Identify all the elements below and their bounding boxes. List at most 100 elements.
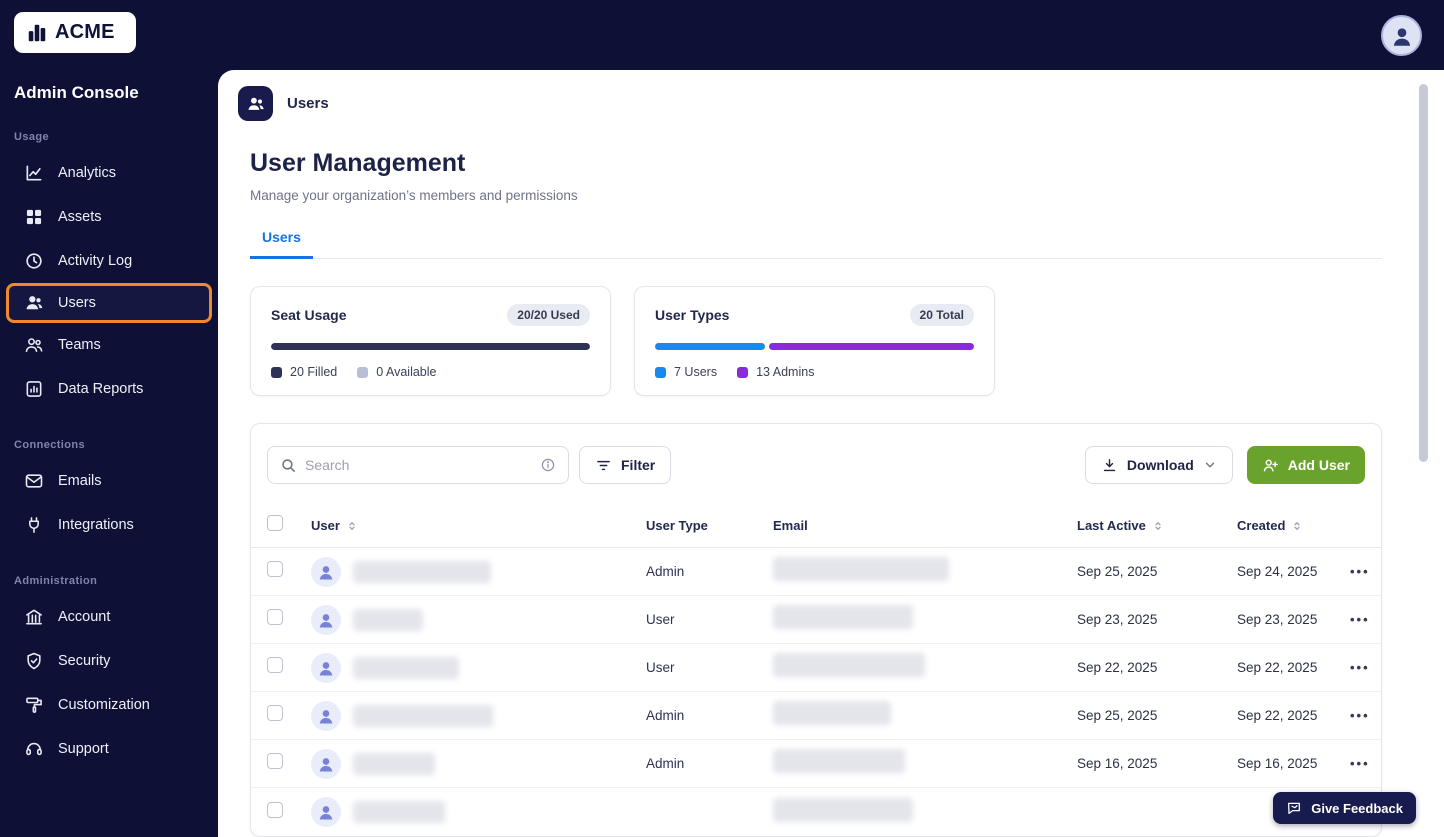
tab-users[interactable]: Users xyxy=(250,229,313,259)
search-box xyxy=(267,446,569,484)
sidebar-item-teams[interactable]: Teams xyxy=(0,323,218,367)
users-header-icon xyxy=(238,86,273,121)
data-reports-icon xyxy=(24,379,44,399)
user-avatar xyxy=(311,652,341,683)
seat-usage-legend: 20 Filled 0 Available xyxy=(271,365,590,379)
redacted-user-name xyxy=(353,801,445,823)
download-icon xyxy=(1103,458,1116,471)
account-icon xyxy=(24,607,44,627)
table-row: Admin Sep 16, 2025 Sep 16, 2025 ••• xyxy=(251,740,1381,788)
row-actions-button[interactable]: ••• xyxy=(1348,752,1372,775)
activity-log-icon xyxy=(24,251,44,271)
row-actions-button[interactable]: ••• xyxy=(1348,608,1372,631)
table-toolbar: Filter Download Add User xyxy=(251,424,1381,504)
redacted-user-name xyxy=(353,704,493,727)
column-last-active[interactable]: Last Active xyxy=(1077,518,1237,533)
table-row-partial xyxy=(251,788,1381,836)
section-label-usage: Usage xyxy=(14,131,50,143)
sidebar-item-data-reports[interactable]: Data Reports xyxy=(0,367,218,411)
users-bar-segment xyxy=(655,343,766,350)
row-checkbox[interactable] xyxy=(267,753,283,769)
redacted-user-name xyxy=(353,608,423,631)
select-all-checkbox[interactable] xyxy=(267,515,283,531)
table-row: User Sep 22, 2025 Sep 22, 2025 ••• xyxy=(251,644,1381,692)
add-user-button[interactable]: Add User xyxy=(1246,446,1365,484)
user-types-card: User Types 20 Total 7 Users 13 Admins xyxy=(634,286,995,396)
give-feedback-button[interactable]: Give Feedback xyxy=(1273,792,1416,824)
search-input[interactable] xyxy=(305,457,532,473)
redacted-user-name xyxy=(353,752,435,775)
redacted-user-name xyxy=(353,560,491,583)
row-checkbox[interactable] xyxy=(267,801,283,818)
user-type-cell: Admin xyxy=(646,564,685,579)
column-user-type: User Type xyxy=(646,518,708,533)
row-actions-button[interactable]: ••• xyxy=(1348,704,1372,727)
available-swatch xyxy=(357,366,369,378)
info-icon[interactable] xyxy=(540,457,556,473)
column-user[interactable]: User xyxy=(311,518,646,533)
users-swatch xyxy=(655,366,666,378)
sidebar-item-assets[interactable]: Assets xyxy=(0,195,218,239)
feedback-icon xyxy=(1288,802,1301,814)
section-label-connections: Connections xyxy=(14,439,86,451)
vertical-scrollbar[interactable] xyxy=(1419,84,1428,462)
sort-icon xyxy=(349,521,355,530)
sidebar-item-customization[interactable]: Customization xyxy=(0,683,218,727)
brand-logo[interactable]: ACME xyxy=(14,12,136,53)
row-actions-button[interactable]: ••• xyxy=(1348,560,1372,583)
last-active-cell: Sep 23, 2025 xyxy=(1077,612,1158,627)
panel-title: Users xyxy=(287,95,329,112)
table-row: Admin Sep 25, 2025 Sep 24, 2025 ••• xyxy=(251,548,1381,596)
users-icon xyxy=(24,293,44,313)
sidebar: ACME Admin Console Usage Analytics Asset… xyxy=(0,0,218,837)
sidebar-item-activity-log[interactable]: Activity Log xyxy=(0,239,218,283)
security-shield-icon xyxy=(24,651,44,671)
created-cell: Sep 23, 2025 xyxy=(1237,612,1318,627)
row-checkbox[interactable] xyxy=(267,609,283,625)
redacted-email xyxy=(773,797,913,822)
sidebar-item-security[interactable]: Security xyxy=(0,639,218,683)
panel-header: Users xyxy=(218,70,1444,135)
sidebar-item-analytics[interactable]: Analytics xyxy=(0,151,218,195)
customization-icon xyxy=(24,695,44,715)
sidebar-item-users[interactable]: Users xyxy=(6,283,212,323)
user-avatar xyxy=(311,700,341,731)
column-created[interactable]: Created xyxy=(1237,518,1348,533)
sidebar-item-support[interactable]: Support xyxy=(0,727,218,771)
row-actions-button[interactable]: ••• xyxy=(1348,656,1372,679)
user-avatar xyxy=(311,797,341,827)
redacted-email xyxy=(773,557,949,581)
section-label-administration: Administration xyxy=(14,575,98,587)
user-types-bar xyxy=(655,343,974,350)
filled-swatch xyxy=(271,366,282,378)
row-checkbox[interactable] xyxy=(267,657,283,673)
seat-usage-title: Seat Usage xyxy=(271,307,347,323)
teams-icon xyxy=(24,335,44,355)
analytics-icon xyxy=(24,163,44,183)
sidebar-item-integrations[interactable]: Integrations xyxy=(0,503,218,547)
user-avatar xyxy=(311,748,341,779)
last-active-cell: Sep 25, 2025 xyxy=(1077,708,1158,723)
column-email: Email xyxy=(773,518,808,533)
user-types-legend: 7 Users 13 Admins xyxy=(655,365,974,379)
filter-button[interactable]: Filter xyxy=(579,446,672,484)
row-checkbox[interactable] xyxy=(267,705,283,721)
filter-icon xyxy=(597,460,610,470)
table-row: User Sep 23, 2025 Sep 23, 2025 ••• xyxy=(251,596,1381,644)
admins-swatch xyxy=(737,366,749,378)
account-avatar[interactable] xyxy=(1381,15,1422,56)
download-button[interactable]: Download xyxy=(1084,446,1233,484)
integrations-icon xyxy=(24,515,44,535)
created-cell: Sep 22, 2025 xyxy=(1237,660,1318,675)
user-type-cell: Admin xyxy=(646,708,685,723)
user-types-title: User Types xyxy=(655,307,730,323)
stats-row: Seat Usage 20/20 Used 20 Filled 0 Availa… xyxy=(250,286,1382,396)
sidebar-item-emails[interactable]: Emails xyxy=(0,459,218,503)
sidebar-item-account[interactable]: Account xyxy=(0,595,218,639)
row-checkbox[interactable] xyxy=(267,561,283,577)
seat-usage-bar-fill xyxy=(271,343,590,350)
last-active-cell: Sep 25, 2025 xyxy=(1077,564,1158,579)
seat-usage-card: Seat Usage 20/20 Used 20 Filled 0 Availa… xyxy=(250,286,611,396)
sidebar-title: Admin Console xyxy=(14,83,139,102)
sort-icon xyxy=(1294,521,1301,530)
